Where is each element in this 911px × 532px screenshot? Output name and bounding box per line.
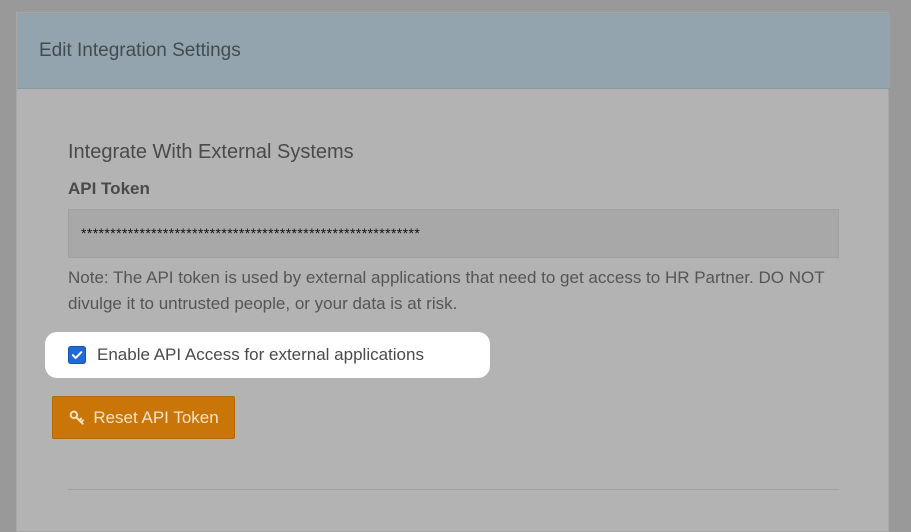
integration-settings-panel: Edit Integration Settings Integrate With… <box>16 12 890 532</box>
api-token-label: API Token <box>68 179 150 198</box>
panel-header: Edit Integration Settings <box>17 13 890 89</box>
reset-api-token-button[interactable]: Reset API Token <box>52 396 235 439</box>
api-access-checkbox[interactable] <box>68 346 86 364</box>
api-token-field[interactable]: ****************************************… <box>68 209 839 258</box>
section-title: Integrate With External Systems <box>68 141 354 163</box>
reset-api-token-label[interactable]: Reset API Token <box>93 408 218 428</box>
check-icon <box>71 351 83 359</box>
key-icon <box>68 409 86 427</box>
api-token-note: Note: The API token is used by external … <box>68 268 825 313</box>
api-access-checkbox-row[interactable]: Enable API Access for external applicati… <box>45 332 490 378</box>
section-divider <box>68 489 839 490</box>
api-access-checkbox-label[interactable]: Enable API Access for external applicati… <box>97 344 424 366</box>
panel-title: Edit Integration Settings <box>39 40 241 61</box>
